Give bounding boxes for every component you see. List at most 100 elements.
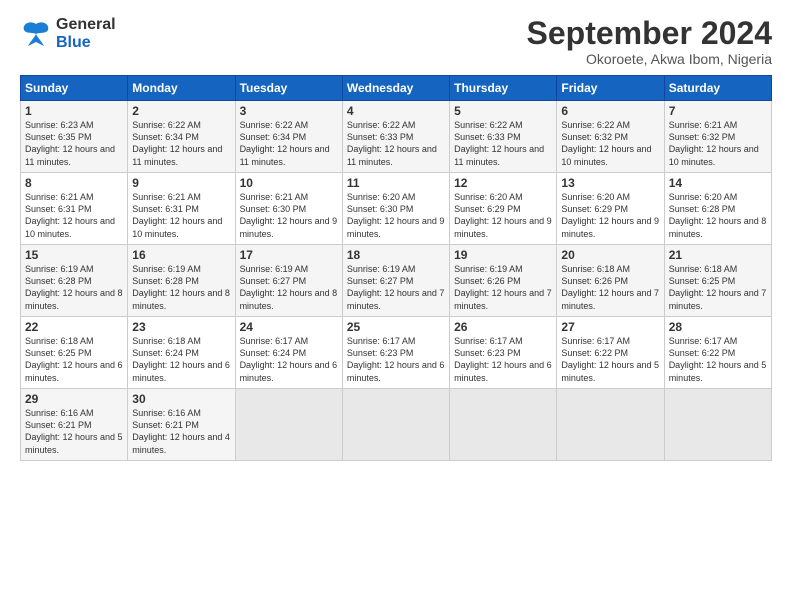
col-monday: Monday (128, 76, 235, 101)
cell-info: Sunrise: 6:18 AMSunset: 6:24 PMDaylight:… (132, 335, 230, 384)
day-number: 30 (132, 392, 230, 406)
cell-info: Sunrise: 6:19 AMSunset: 6:28 PMDaylight:… (25, 263, 123, 312)
cell-info: Sunrise: 6:21 AMSunset: 6:32 PMDaylight:… (669, 119, 767, 168)
col-wednesday: Wednesday (342, 76, 449, 101)
day-number: 18 (347, 248, 445, 262)
cell-2-2: 9Sunrise: 6:21 AMSunset: 6:31 PMDaylight… (128, 173, 235, 245)
day-number: 23 (132, 320, 230, 334)
day-number: 15 (25, 248, 123, 262)
cell-5-3 (235, 389, 342, 461)
cell-4-6: 27Sunrise: 6:17 AMSunset: 6:22 PMDayligh… (557, 317, 664, 389)
day-number: 12 (454, 176, 552, 190)
cell-info: Sunrise: 6:22 AMSunset: 6:33 PMDaylight:… (347, 119, 445, 168)
logo-icon (20, 20, 52, 48)
cell-info: Sunrise: 6:21 AMSunset: 6:31 PMDaylight:… (132, 191, 230, 240)
cell-info: Sunrise: 6:18 AMSunset: 6:25 PMDaylight:… (669, 263, 767, 312)
cell-info: Sunrise: 6:16 AMSunset: 6:21 PMDaylight:… (132, 407, 230, 456)
cell-2-3: 10Sunrise: 6:21 AMSunset: 6:30 PMDayligh… (235, 173, 342, 245)
title-block: September 2024 Okoroete, Akwa Ibom, Nige… (527, 16, 772, 67)
cell-5-6 (557, 389, 664, 461)
calendar-table: Sunday Monday Tuesday Wednesday Thursday… (20, 75, 772, 461)
day-number: 26 (454, 320, 552, 334)
logo-line1: General (56, 16, 116, 34)
col-friday: Friday (557, 76, 664, 101)
cell-2-7: 14Sunrise: 6:20 AMSunset: 6:28 PMDayligh… (664, 173, 771, 245)
day-number: 22 (25, 320, 123, 334)
cell-5-1: 29Sunrise: 6:16 AMSunset: 6:21 PMDayligh… (21, 389, 128, 461)
cell-1-1: 1Sunrise: 6:23 AMSunset: 6:35 PMDaylight… (21, 101, 128, 173)
day-number: 8 (25, 176, 123, 190)
day-number: 4 (347, 104, 445, 118)
cell-3-1: 15Sunrise: 6:19 AMSunset: 6:28 PMDayligh… (21, 245, 128, 317)
week-row-2: 8Sunrise: 6:21 AMSunset: 6:31 PMDaylight… (21, 173, 772, 245)
day-number: 20 (561, 248, 659, 262)
col-saturday: Saturday (664, 76, 771, 101)
day-number: 9 (132, 176, 230, 190)
week-row-1: 1Sunrise: 6:23 AMSunset: 6:35 PMDaylight… (21, 101, 772, 173)
cell-info: Sunrise: 6:22 AMSunset: 6:33 PMDaylight:… (454, 119, 552, 168)
day-number: 2 (132, 104, 230, 118)
cell-5-2: 30Sunrise: 6:16 AMSunset: 6:21 PMDayligh… (128, 389, 235, 461)
cell-info: Sunrise: 6:22 AMSunset: 6:32 PMDaylight:… (561, 119, 659, 168)
cell-info: Sunrise: 6:21 AMSunset: 6:31 PMDaylight:… (25, 191, 123, 240)
day-number: 5 (454, 104, 552, 118)
cell-3-2: 16Sunrise: 6:19 AMSunset: 6:28 PMDayligh… (128, 245, 235, 317)
header-row: Sunday Monday Tuesday Wednesday Thursday… (21, 76, 772, 101)
cell-5-5 (450, 389, 557, 461)
cell-1-4: 4Sunrise: 6:22 AMSunset: 6:33 PMDaylight… (342, 101, 449, 173)
cell-2-5: 12Sunrise: 6:20 AMSunset: 6:29 PMDayligh… (450, 173, 557, 245)
location-subtitle: Okoroete, Akwa Ibom, Nigeria (527, 51, 772, 67)
cell-info: Sunrise: 6:20 AMSunset: 6:29 PMDaylight:… (454, 191, 552, 240)
day-number: 17 (240, 248, 338, 262)
logo: General Blue (20, 16, 116, 51)
day-number: 25 (347, 320, 445, 334)
day-number: 16 (132, 248, 230, 262)
day-number: 27 (561, 320, 659, 334)
col-sunday: Sunday (21, 76, 128, 101)
cell-info: Sunrise: 6:17 AMSunset: 6:24 PMDaylight:… (240, 335, 338, 384)
col-tuesday: Tuesday (235, 76, 342, 101)
day-number: 24 (240, 320, 338, 334)
cell-3-7: 21Sunrise: 6:18 AMSunset: 6:25 PMDayligh… (664, 245, 771, 317)
cell-info: Sunrise: 6:22 AMSunset: 6:34 PMDaylight:… (132, 119, 230, 168)
cell-4-4: 25Sunrise: 6:17 AMSunset: 6:23 PMDayligh… (342, 317, 449, 389)
day-number: 13 (561, 176, 659, 190)
cell-3-4: 18Sunrise: 6:19 AMSunset: 6:27 PMDayligh… (342, 245, 449, 317)
day-number: 19 (454, 248, 552, 262)
cell-info: Sunrise: 6:19 AMSunset: 6:26 PMDaylight:… (454, 263, 552, 312)
cell-4-5: 26Sunrise: 6:17 AMSunset: 6:23 PMDayligh… (450, 317, 557, 389)
cell-1-6: 6Sunrise: 6:22 AMSunset: 6:32 PMDaylight… (557, 101, 664, 173)
cell-info: Sunrise: 6:22 AMSunset: 6:34 PMDaylight:… (240, 119, 338, 168)
cell-info: Sunrise: 6:19 AMSunset: 6:27 PMDaylight:… (240, 263, 338, 312)
cell-info: Sunrise: 6:18 AMSunset: 6:26 PMDaylight:… (561, 263, 659, 312)
cell-1-5: 5Sunrise: 6:22 AMSunset: 6:33 PMDaylight… (450, 101, 557, 173)
cell-3-6: 20Sunrise: 6:18 AMSunset: 6:26 PMDayligh… (557, 245, 664, 317)
cell-1-3: 3Sunrise: 6:22 AMSunset: 6:34 PMDaylight… (235, 101, 342, 173)
cell-2-4: 11Sunrise: 6:20 AMSunset: 6:30 PMDayligh… (342, 173, 449, 245)
cell-4-2: 23Sunrise: 6:18 AMSunset: 6:24 PMDayligh… (128, 317, 235, 389)
day-number: 7 (669, 104, 767, 118)
calendar-body: 1Sunrise: 6:23 AMSunset: 6:35 PMDaylight… (21, 101, 772, 461)
header: General Blue September 2024 Okoroete, Ak… (20, 16, 772, 67)
cell-info: Sunrise: 6:17 AMSunset: 6:22 PMDaylight:… (669, 335, 767, 384)
day-number: 28 (669, 320, 767, 334)
cell-info: Sunrise: 6:20 AMSunset: 6:30 PMDaylight:… (347, 191, 445, 240)
cell-info: Sunrise: 6:20 AMSunset: 6:28 PMDaylight:… (669, 191, 767, 240)
month-title: September 2024 (527, 16, 772, 51)
week-row-4: 22Sunrise: 6:18 AMSunset: 6:25 PMDayligh… (21, 317, 772, 389)
cell-info: Sunrise: 6:23 AMSunset: 6:35 PMDaylight:… (25, 119, 123, 168)
cell-info: Sunrise: 6:20 AMSunset: 6:29 PMDaylight:… (561, 191, 659, 240)
cell-1-7: 7Sunrise: 6:21 AMSunset: 6:32 PMDaylight… (664, 101, 771, 173)
cell-4-3: 24Sunrise: 6:17 AMSunset: 6:24 PMDayligh… (235, 317, 342, 389)
day-number: 14 (669, 176, 767, 190)
calendar-header: Sunday Monday Tuesday Wednesday Thursday… (21, 76, 772, 101)
cell-3-3: 17Sunrise: 6:19 AMSunset: 6:27 PMDayligh… (235, 245, 342, 317)
cell-2-1: 8Sunrise: 6:21 AMSunset: 6:31 PMDaylight… (21, 173, 128, 245)
cell-4-1: 22Sunrise: 6:18 AMSunset: 6:25 PMDayligh… (21, 317, 128, 389)
cell-info: Sunrise: 6:17 AMSunset: 6:23 PMDaylight:… (454, 335, 552, 384)
day-number: 11 (347, 176, 445, 190)
week-row-3: 15Sunrise: 6:19 AMSunset: 6:28 PMDayligh… (21, 245, 772, 317)
cell-info: Sunrise: 6:19 AMSunset: 6:27 PMDaylight:… (347, 263, 445, 312)
cell-1-2: 2Sunrise: 6:22 AMSunset: 6:34 PMDaylight… (128, 101, 235, 173)
day-number: 29 (25, 392, 123, 406)
